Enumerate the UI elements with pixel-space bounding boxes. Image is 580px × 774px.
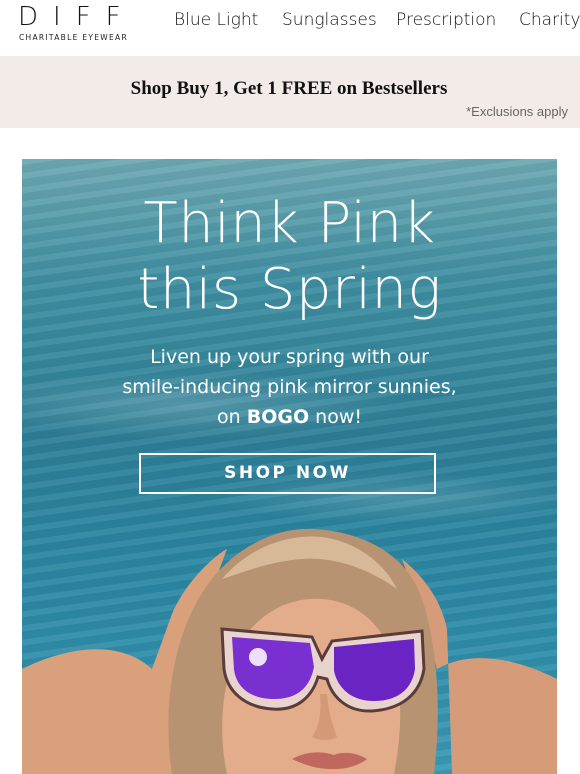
logo-wordmark: DIFF [18, 2, 136, 32]
promo-banner[interactable]: Shop Buy 1, Get 1 FREE on Bestsellers *E… [0, 56, 580, 128]
model-photo [22, 528, 557, 774]
nav-sunglasses[interactable]: Sunglasses [282, 10, 377, 30]
shop-now-button[interactable]: SHOP NOW [139, 453, 436, 494]
hero-sub-bogo: BOGO [246, 406, 310, 428]
hero-subtitle: Liven up your spring with our smile-indu… [22, 342, 557, 432]
diff-logo[interactable]: DIFF CHARITABLE EYEWEAR [18, 2, 134, 44]
nav-blue-light[interactable]: Blue Light [174, 10, 258, 30]
hero-sub-line1: Liven up your spring with our [150, 346, 429, 368]
hero-title: Think Pink this Spring [22, 191, 557, 323]
hero-sub-line3-post: now! [315, 406, 362, 428]
header: DIFF CHARITABLE EYEWEAR Blue Light Sungl… [0, 0, 580, 56]
right-lens [334, 639, 415, 701]
hero-sub-line3-pre: on [217, 406, 241, 428]
promo-exclusions-note: *Exclusions apply [466, 104, 568, 119]
lens-glare [249, 648, 267, 666]
nav-prescription[interactable]: Prescription [396, 10, 496, 30]
hero-banner[interactable]: Think Pink this Spring Liven up your spr… [22, 159, 557, 774]
hero-sub-line3: on BOGO now! [22, 402, 557, 432]
logo-tagline: CHARITABLE EYEWEAR [19, 33, 128, 42]
nav-charity[interactable]: Charity [519, 10, 580, 30]
promo-headline: Shop Buy 1, Get 1 FREE on Bestsellers [130, 78, 448, 99]
hero-title-line2: this Spring [137, 257, 442, 322]
hero-sub-line2: smile-inducing pink mirror sunnies, [122, 376, 457, 398]
hero-title-line1: Think Pink [143, 191, 436, 256]
